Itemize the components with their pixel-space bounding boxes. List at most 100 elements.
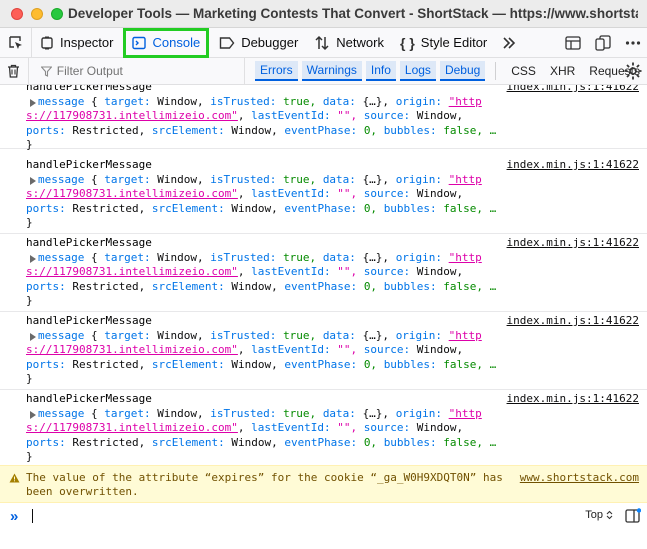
message-title: handlePickerMessage: [26, 85, 152, 93]
execution-context-selector[interactable]: Top: [585, 509, 613, 521]
message-object-line-1: message { target: Window, isTrusted: tru…: [38, 406, 482, 420]
message-source-link[interactable]: index.min.js:1:41622: [507, 85, 639, 95]
message-object-closing: }: [26, 294, 33, 307]
console-warning-message: The value of the attribute “expires” for…: [0, 465, 647, 503]
tab-style-editor-label: Style Editor: [420, 35, 488, 50]
message-source-link[interactable]: index.min.js:1:41622: [507, 314, 639, 329]
console-log-message: handlePickerMessage index.min.js:1:41622…: [0, 312, 647, 390]
filter-errors-button[interactable]: Errors: [254, 61, 298, 81]
console-settings-gear-icon[interactable]: [623, 61, 643, 81]
message-object-line-2: s://117908731.intellimizeio.com", lastEv…: [26, 109, 464, 122]
expand-object-toggle[interactable]: [30, 332, 36, 341]
console-prompt: »: [10, 507, 19, 525]
message-object-line-2: s://117908731.intellimizeio.com", lastEv…: [26, 421, 464, 434]
warning-text: The value of the attribute “expires” for…: [26, 471, 503, 498]
filter-divider: [495, 62, 497, 80]
console-log-message: handlePickerMessage index.min.js:1:41622…: [0, 85, 647, 151]
tab-debugger-label: Debugger: [241, 35, 299, 50]
message-object-line-2: s://117908731.intellimizeio.com", lastEv…: [26, 265, 464, 278]
split-console-icon[interactable]: [565, 36, 581, 50]
message-object-closing: }: [26, 216, 33, 229]
debugger-icon: [219, 36, 235, 50]
chevron-updown-icon: [606, 510, 613, 520]
chevron-double-right-icon: [503, 36, 516, 49]
sidebar-icon: [625, 508, 642, 523]
message-object-line-1: message { target: Window, isTrusted: tru…: [38, 94, 482, 108]
minimize-window-button[interactable]: [31, 7, 43, 20]
message-object-line-3: ports: Restricted, srcElement: Window, e…: [26, 123, 497, 137]
message-object-line-1: message { target: Window, isTrusted: tru…: [38, 172, 482, 186]
devtools-tabbar: Inspector Console Debugger Network { } S…: [0, 27, 647, 58]
filter-placeholder: Filter Output: [56, 64, 123, 78]
message-title: handlePickerMessage: [26, 158, 152, 171]
tab-style-editor[interactable]: { } Style Editor: [392, 29, 495, 57]
console-filter-bar: Filter Output Errors Warnings Info Logs …: [0, 57, 647, 85]
toolbox-controls: [565, 28, 641, 58]
element-picker-button[interactable]: [0, 27, 32, 58]
close-window-button[interactable]: [11, 7, 23, 20]
filter-info-button[interactable]: Info: [365, 61, 396, 81]
expand-object-toggle[interactable]: [30, 254, 36, 263]
message-source-link[interactable]: index.min.js:1:41622: [507, 236, 639, 251]
clear-console-button[interactable]: [0, 57, 29, 85]
message-object-line-2: s://117908731.intellimizeio.com", lastEv…: [26, 343, 464, 356]
filter-css-button[interactable]: CSS: [504, 64, 543, 78]
message-title: handlePickerMessage: [26, 392, 152, 405]
console-icon: [132, 36, 147, 50]
execution-context-label: Top: [585, 509, 603, 521]
warning-source-link[interactable]: www.shortstack.com: [520, 471, 639, 484]
message-object-line-3: ports: Restricted, srcElement: Window, e…: [26, 201, 497, 215]
console-input[interactable]: [32, 509, 33, 523]
message-title: handlePickerMessage: [26, 236, 152, 249]
inspector-icon: [40, 36, 54, 50]
filter-logs-button[interactable]: Logs: [399, 61, 436, 81]
console-log-message: handlePickerMessage index.min.js:1:41622…: [0, 156, 647, 234]
message-object-closing: }: [26, 372, 33, 385]
console-log-message: handlePickerMessage index.min.js:1:41622…: [0, 390, 647, 465]
traffic-lights: [11, 7, 68, 20]
filter-xhr-button[interactable]: XHR: [543, 64, 582, 78]
console-output: handlePickerMessage index.min.js:1:41622…: [0, 85, 647, 465]
filter-output-input[interactable]: Filter Output: [29, 57, 245, 85]
tab-inspector[interactable]: Inspector: [32, 29, 121, 57]
window-titlebar: Developer Tools — Marketing Contests Tha…: [0, 0, 647, 28]
log-level-filters: Errors Warnings Info Logs Debug: [254, 61, 486, 81]
message-object-line-2: s://117908731.intellimizeio.com", lastEv…: [26, 187, 464, 200]
style-editor-icon: { }: [399, 34, 415, 51]
message-object-line-3: ports: Restricted, srcElement: Window, e…: [26, 435, 497, 449]
trash-icon: [8, 64, 20, 78]
message-object-closing: }: [26, 450, 33, 463]
message-title: handlePickerMessage: [26, 314, 152, 327]
network-icon: [314, 35, 330, 51]
message-object-line-1: message { target: Window, isTrusted: tru…: [38, 250, 482, 264]
more-options-icon[interactable]: [625, 40, 641, 46]
zoom-window-button[interactable]: [51, 7, 63, 20]
more-tabs-button[interactable]: [495, 36, 523, 49]
tab-inspector-label: Inspector: [60, 35, 114, 50]
filter-icon: [40, 65, 52, 77]
message-source-link[interactable]: index.min.js:1:41622: [507, 392, 639, 407]
tab-console[interactable]: Console: [123, 27, 210, 58]
message-object-line-1: message { target: Window, isTrusted: tru…: [38, 328, 482, 342]
dock-options-icon[interactable]: [595, 35, 611, 51]
tab-network-label: Network: [336, 35, 384, 50]
warning-icon: [9, 473, 20, 483]
tab-network[interactable]: Network: [306, 29, 392, 57]
window-bottom-edge: [0, 529, 647, 549]
console-input-row: » Top: [0, 503, 647, 529]
message-object-closing: }: [26, 138, 33, 151]
console-log-message: handlePickerMessage index.min.js:1:41622…: [0, 234, 647, 312]
message-source-link[interactable]: index.min.js:1:41622: [507, 158, 639, 173]
message-object-line-3: ports: Restricted, srcElement: Window, e…: [26, 357, 497, 371]
element-picker-icon: [8, 35, 22, 49]
tab-console-label: Console: [152, 35, 201, 50]
expand-object-toggle[interactable]: [30, 98, 36, 107]
toggle-sidebar-button[interactable]: [625, 508, 642, 529]
expand-object-toggle[interactable]: [30, 176, 36, 185]
filter-debug-button[interactable]: Debug: [439, 61, 486, 81]
filter-warnings-button[interactable]: Warnings: [301, 61, 362, 81]
tab-debugger[interactable]: Debugger: [211, 29, 306, 57]
expand-object-toggle[interactable]: [30, 410, 36, 419]
message-object-line-3: ports: Restricted, srcElement: Window, e…: [26, 279, 497, 293]
window-title: Developer Tools — Marketing Contests Tha…: [68, 6, 638, 21]
